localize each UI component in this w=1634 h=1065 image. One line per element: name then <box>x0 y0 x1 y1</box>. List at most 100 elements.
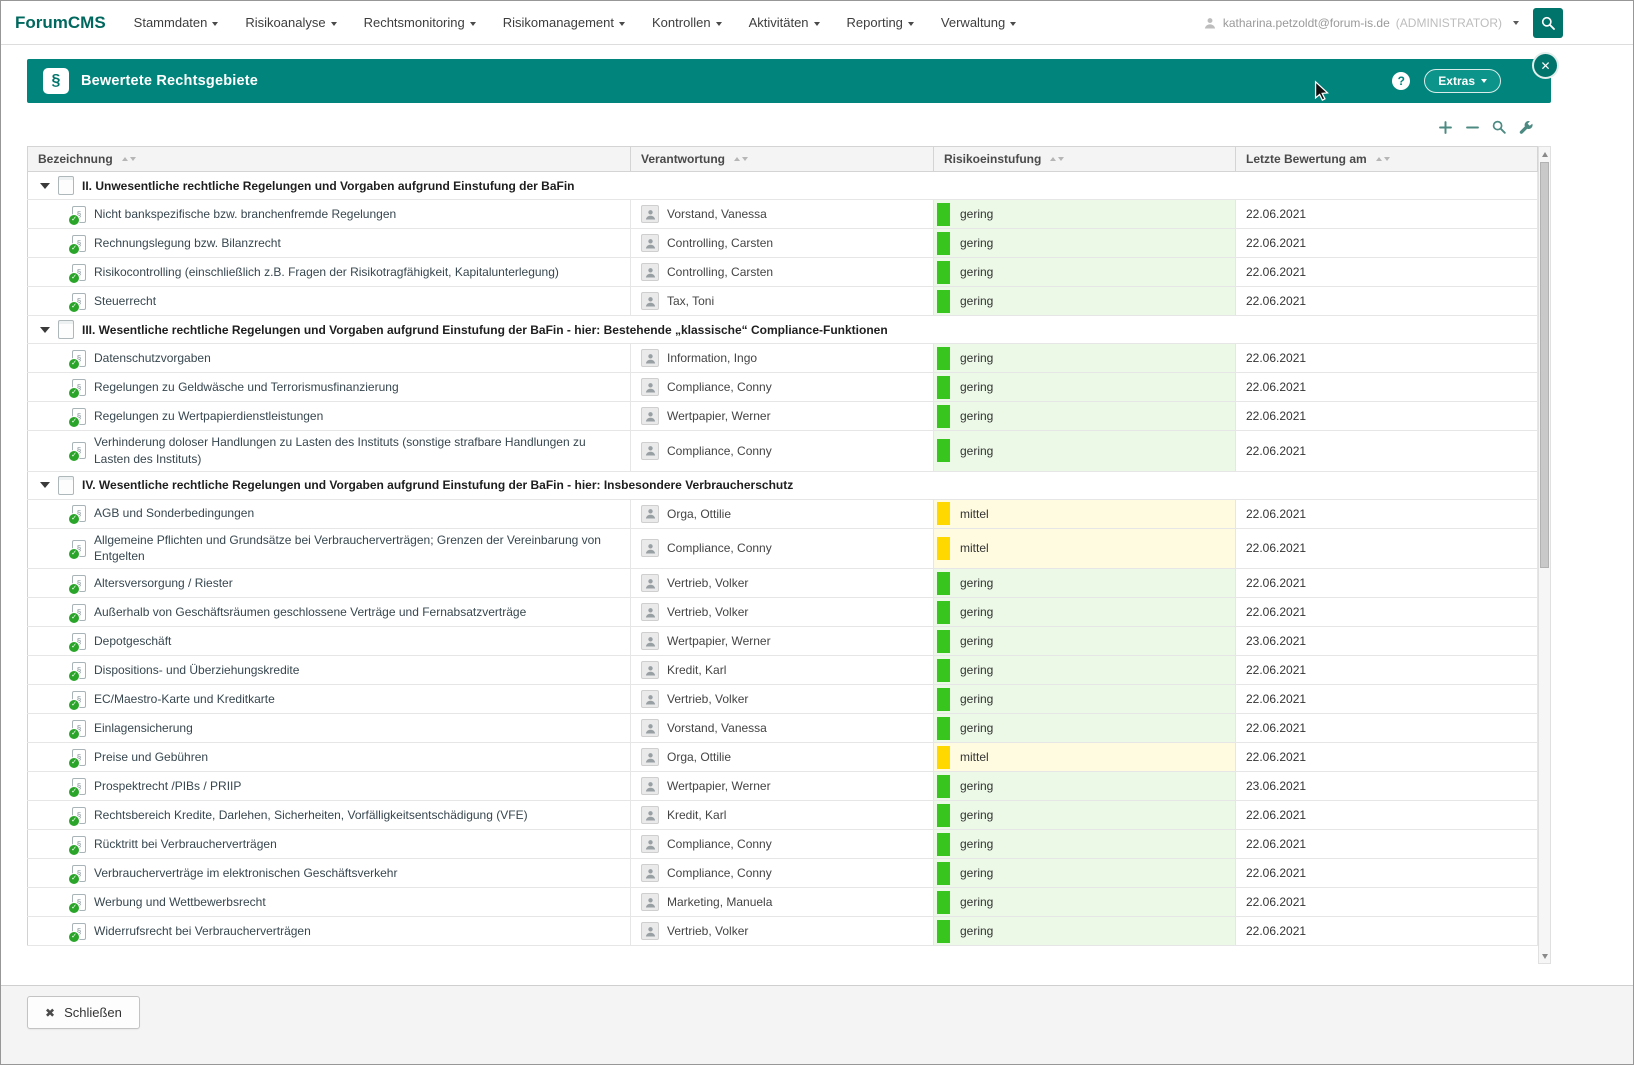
vertical-scrollbar[interactable] <box>1538 146 1551 964</box>
risk-color-chip <box>937 601 950 624</box>
item-name: Nicht bankspezifische bzw. branchenfremd… <box>94 206 396 223</box>
table-row[interactable]: §Allgemeine Pflichten und Grundsätze bei… <box>28 528 1538 569</box>
responsible-name: Orga, Ottilie <box>667 750 731 764</box>
nav-item-risikomanagement[interactable]: Risikomanagement <box>503 15 625 30</box>
grid-search-button[interactable] <box>1490 118 1508 136</box>
nav-item-reporting[interactable]: Reporting <box>847 15 914 30</box>
responsible-cell: Controlling, Carsten <box>631 258 934 287</box>
table-row[interactable]: §Werbung und WettbewerbsrechtMarketing, … <box>28 888 1538 917</box>
table-row[interactable]: §EC/Maestro-Karte und KreditkarteVertrie… <box>28 685 1538 714</box>
item-name: Rechtsbereich Kredite, Darlehen, Sicherh… <box>94 807 528 824</box>
nav-item-stammdaten[interactable]: Stammdaten <box>134 15 219 30</box>
last-evaluation-date: 22.06.2021 <box>1246 265 1306 279</box>
grid-settings-button[interactable] <box>1517 118 1535 136</box>
nav-item-aktivitaeten[interactable]: Aktivitäten <box>749 15 820 30</box>
table-row[interactable]: §Widerrufsrecht bei Verbraucherverträgen… <box>28 917 1538 946</box>
risk-cell: gering <box>934 344 1236 373</box>
table-row[interactable]: §Regelungen zu Wertpapierdienstleistunge… <box>28 402 1538 431</box>
responsible-name: Vorstand, Vanessa <box>667 721 767 735</box>
paragraph-doc-icon: § <box>72 505 86 522</box>
nav-item-kontrollen[interactable]: Kontrollen <box>652 15 722 30</box>
close-button[interactable]: ✖ Schließen <box>27 996 140 1029</box>
table-row[interactable]: §Prospektrecht /PIBs / PRIIPWertpapier, … <box>28 772 1538 801</box>
risk-cell: gering <box>934 598 1236 627</box>
name-cell: §Verhinderung doloser Handlungen zu Last… <box>28 431 631 472</box>
table-row[interactable]: §Rechtsbereich Kredite, Darlehen, Sicher… <box>28 801 1538 830</box>
date-cell: 22.06.2021 <box>1236 714 1538 743</box>
close-icon: ✖ <box>45 1006 55 1020</box>
risk-color-chip <box>937 746 950 769</box>
expand-all-button[interactable] <box>1436 118 1454 136</box>
risk-color-chip <box>937 688 950 711</box>
column-header-verantwortung[interactable]: Verantwortung <box>631 147 934 172</box>
risk-cell: gering <box>934 917 1236 946</box>
risk-cell: gering <box>934 656 1236 685</box>
last-evaluation-date: 22.06.2021 <box>1246 866 1306 880</box>
panel-close-button[interactable]: ✕ <box>1532 52 1559 79</box>
responsible-name: Orga, Ottilie <box>667 507 731 521</box>
panel: § Bewertete Rechtsgebiete ? Extras ✕ <box>27 59 1551 964</box>
collapse-toggle-icon[interactable] <box>40 327 50 333</box>
table-row[interactable]: §Verbraucherverträge im elektronischen G… <box>28 859 1538 888</box>
table-row[interactable]: §EinlagensicherungVorstand, Vanessagerin… <box>28 714 1538 743</box>
sort-icons[interactable] <box>122 157 136 161</box>
group-row[interactable]: IV. Wesentliche rechtliche Regelungen un… <box>28 471 1538 499</box>
name-cell: §Rechnungslegung bzw. Bilanzrecht <box>28 229 631 258</box>
name-cell: §Risikocontrolling (einschließlich z.B. … <box>28 258 631 287</box>
table-row[interactable]: §SteuerrechtTax, Tonigering22.06.2021 <box>28 287 1538 316</box>
sort-icons[interactable] <box>734 157 748 161</box>
risk-label: gering <box>960 351 993 365</box>
chevron-down-icon <box>619 22 625 26</box>
nav-item-rechtsmonitoring[interactable]: Rechtsmonitoring <box>364 15 476 30</box>
table-row[interactable]: §Nicht bankspezifische bzw. branchenfrem… <box>28 200 1538 229</box>
column-header-risikoeinstufung[interactable]: Risikoeinstufung <box>934 147 1236 172</box>
sort-icons[interactable] <box>1050 157 1064 161</box>
responsible-cell: Controlling, Carsten <box>631 229 934 258</box>
name-cell: §Außerhalb von Geschäftsräumen geschloss… <box>28 598 631 627</box>
table-row[interactable]: §DepotgeschäftWertpapier, Wernergering23… <box>28 627 1538 656</box>
nav-item-risikoanalyse[interactable]: Risikoanalyse <box>245 15 336 30</box>
responsible-name: Marketing, Manuela <box>667 895 772 909</box>
risk-label: gering <box>960 444 993 458</box>
risk-label: mittel <box>960 541 989 555</box>
table-row[interactable]: §AGB und SonderbedingungenOrga, Ottiliem… <box>28 499 1538 528</box>
table-row[interactable]: §Außerhalb von Geschäftsräumen geschloss… <box>28 598 1538 627</box>
risk-color-chip <box>937 405 950 428</box>
sort-down-icon <box>1058 157 1064 161</box>
table-row[interactable]: §Risikocontrolling (einschließlich z.B. … <box>28 258 1538 287</box>
name-cell: §Regelungen zu Wertpapierdienstleistunge… <box>28 402 631 431</box>
responsible-cell: Vertrieb, Volker <box>631 569 934 598</box>
chevron-down-icon <box>470 22 476 26</box>
table-row[interactable]: §Preise und GebührenOrga, Ottiliemittel2… <box>28 743 1538 772</box>
table-row[interactable]: §Altersversorgung / RiesterVertrieb, Vol… <box>28 569 1538 598</box>
collapse-toggle-icon[interactable] <box>40 183 50 189</box>
sort-icons[interactable] <box>1376 157 1390 161</box>
close-button-label: Schließen <box>64 1005 122 1020</box>
column-header-bezeichnung[interactable]: Bezeichnung <box>28 147 631 172</box>
chevron-down-icon <box>1481 79 1487 83</box>
triangle-down-icon <box>1542 954 1548 959</box>
extras-button[interactable]: Extras <box>1424 69 1501 93</box>
risk-cell: gering <box>934 830 1236 859</box>
last-evaluation-date: 22.06.2021 <box>1246 294 1306 308</box>
table-row[interactable]: §Dispositions- und ÜberziehungskrediteKr… <box>28 656 1538 685</box>
table-row[interactable]: §Regelungen zu Geldwäsche und Terrorismu… <box>28 373 1538 402</box>
last-evaluation-date: 22.06.2021 <box>1246 351 1306 365</box>
group-row[interactable]: II. Unwesentliche rechtliche Regelungen … <box>28 172 1538 200</box>
table-row[interactable]: §Rücktritt bei VerbraucherverträgenCompl… <box>28 830 1538 859</box>
global-search-button[interactable] <box>1533 8 1563 38</box>
nav-item-verwaltung[interactable]: Verwaltung <box>941 15 1016 30</box>
column-header-letzte-bewertung[interactable]: Letzte Bewertung am <box>1236 147 1538 172</box>
group-row[interactable]: III. Wesentliche rechtliche Regelungen u… <box>28 316 1538 344</box>
table-row[interactable]: §DatenschutzvorgabenInformation, Ingoger… <box>28 344 1538 373</box>
scrollbar-down-button[interactable] <box>1539 949 1550 963</box>
collapse-all-button[interactable] <box>1463 118 1481 136</box>
scrollbar-thumb[interactable] <box>1540 162 1549 568</box>
table-row[interactable]: §Rechnungslegung bzw. BilanzrechtControl… <box>28 229 1538 258</box>
user-menu[interactable]: katharina.petzoldt@forum-is.de (ADMINIST… <box>1203 16 1519 30</box>
risk-cell: gering <box>934 801 1236 830</box>
collapse-toggle-icon[interactable] <box>40 482 50 488</box>
help-button[interactable]: ? <box>1392 72 1410 90</box>
scrollbar-up-button[interactable] <box>1539 147 1550 161</box>
table-row[interactable]: §Verhinderung doloser Handlungen zu Last… <box>28 431 1538 472</box>
